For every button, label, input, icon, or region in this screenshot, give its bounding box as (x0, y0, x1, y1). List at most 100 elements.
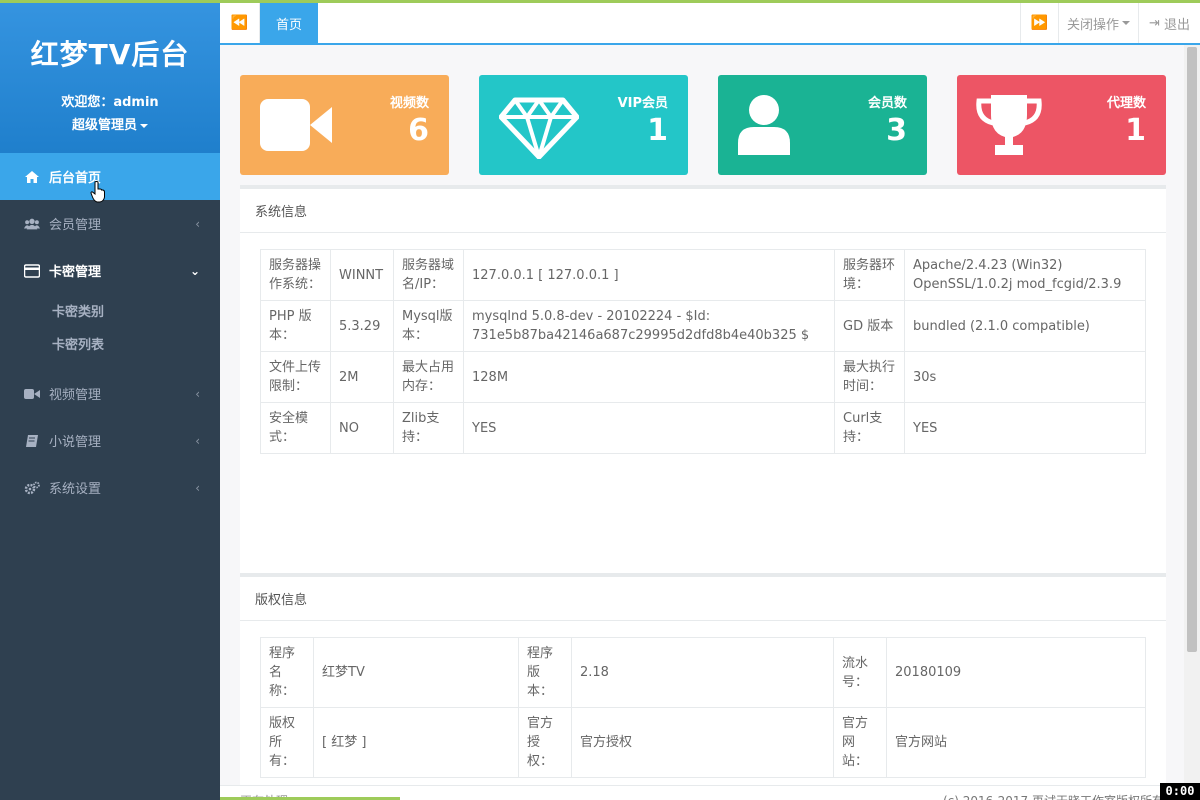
welcome-text: 欢迎您：admin (61, 95, 159, 110)
stat-value: 1 (1125, 113, 1146, 148)
info-value-cell: 官方网站 (886, 707, 1146, 778)
info-value-cell: Apache/2.4.23 (Win32) OpenSSL/1.0.2j mod… (904, 249, 1146, 301)
stat-label: VIP会员 (617, 96, 668, 111)
role-label: 超级管理员 (71, 118, 137, 133)
home-icon (25, 170, 39, 183)
stats-row: 视频数 6 VIP会员 1 会员数 3 代理数 1 (240, 75, 1166, 175)
info-value-cell: WINNT (330, 249, 394, 301)
info-value-cell: 官方授权 (571, 707, 834, 778)
system-info-panel: 系统信息 服务器操作系统： WINNT 服务器域名/IP： 127.0.0.1 [ 1… (240, 185, 1166, 575)
tabs-area (318, 3, 1020, 43)
sidebar-item-label: 卡密管理 (49, 265, 102, 280)
chevron-left-icon: ‹ (195, 433, 200, 448)
info-value-cell: YES (904, 402, 1146, 454)
info-label-cell: 服务器域名/IP： (393, 249, 464, 301)
stat-label: 会员数 (867, 96, 907, 111)
info-label-cell: 最大执行时间： (834, 351, 905, 403)
sidebar-item-novels[interactable]: 小说管理 ‹ (0, 417, 220, 464)
info-label-cell: 流水号： (833, 637, 887, 708)
chevron-down-icon: ⌄ (189, 263, 200, 278)
tab-home[interactable]: 首页 (260, 3, 318, 43)
caret-down-icon (1122, 21, 1130, 25)
sidebar-item-home[interactable]: 后台首页 (0, 153, 220, 200)
vertical-scrollbar[interactable] (1184, 45, 1200, 785)
stat-card-members: 会员数 3 (718, 75, 927, 175)
double-left-icon: ⏪ (230, 15, 249, 31)
info-label-cell: 版权所有： (260, 707, 314, 778)
stat-label: 视频数 (389, 96, 429, 111)
info-value-cell: mysqlnd 5.0.8-dev - 20102224 - $Id: 731e… (463, 300, 835, 352)
table-row: 文件上传限制： 2M 最大占用内存： 128M 最大执行时间： 30s (260, 351, 1146, 403)
info-value-cell: 5.3.29 (330, 300, 394, 352)
info-value-cell: 红梦TV (313, 637, 519, 708)
info-label-cell: 服务器环境： (834, 249, 905, 301)
video-camera-icon (260, 99, 332, 151)
system-info-table: 服务器操作系统： WINNT 服务器域名/IP： 127.0.0.1 [ 127.0.… (260, 249, 1146, 454)
sidebar-item-members[interactable]: 会员管理 ‹ (0, 200, 220, 247)
info-value-cell: 127.0.0.1 [ 127.0.0.1 ] (463, 249, 835, 301)
main-content: 视频数 6 VIP会员 1 会员数 3 代理数 1 系统信息 服务器操作系统： W… (220, 45, 1184, 785)
chevron-left-icon: ‹ (195, 216, 200, 231)
sidebar-item-cards[interactable]: 卡密管理 ⌄ (0, 247, 220, 294)
info-label-cell: Zlib支持： (393, 402, 464, 454)
role-dropdown[interactable]: 超级管理员 (0, 114, 220, 133)
stat-card-agents: 代理数 1 (957, 75, 1166, 175)
info-value-cell: NO (330, 402, 394, 454)
copyright-info-panel: 版权信息 程序名称： 红梦TV 程序版本： 2.18 流水号： 20180109 版权所有：… (240, 573, 1166, 785)
info-label-cell: Mysql版本： (393, 300, 464, 352)
credit-card-icon (24, 263, 40, 278)
sidebar-item-label: 会员管理 (49, 218, 102, 233)
info-label-cell: 服务器操作系统： (260, 249, 331, 301)
info-label-cell: Curl支持： (834, 402, 905, 454)
sidebar-item-settings[interactable]: 系统设置 ‹ (0, 464, 220, 511)
table-row: 服务器操作系统： WINNT 服务器域名/IP： 127.0.0.1 [ 127.0.… (260, 249, 1146, 301)
panel-title: 系统信息 (240, 189, 1166, 233)
stat-value: 1 (647, 113, 668, 148)
top-bar: ⏪ 首页 ⏩ 关闭操作 ⇥ 退出 (220, 0, 1200, 45)
info-value-cell: 2.18 (571, 637, 834, 708)
info-label-cell: 官方授权： (518, 707, 572, 778)
sidebar-header: 红梦TV后台 欢迎您：admin 超级管理员 (0, 3, 220, 153)
stat-label: 代理数 (1106, 96, 1146, 111)
scroll-tabs-right-button[interactable]: ⏩ (1020, 3, 1058, 43)
sidebar: 红梦TV后台 欢迎您：admin 超级管理员 后台首页 会员管理 ‹ 卡密管理 … (0, 0, 220, 800)
sign-out-icon: ⇥ (1149, 15, 1160, 31)
book-icon (26, 434, 38, 447)
sidebar-item-videos[interactable]: 视频管理 ‹ (0, 370, 220, 417)
sidebar-subitem-card-list[interactable]: 卡密列表 (0, 327, 220, 360)
close-operations-dropdown[interactable]: 关闭操作 (1058, 3, 1138, 43)
table-row: PHP 版本： 5.3.29 Mysql版本： mysqlnd 5.0.8-dev -… (260, 300, 1146, 352)
stat-value: 3 (886, 113, 907, 148)
info-label-cell: 文件上传限制： (260, 351, 331, 403)
cogs-icon (24, 481, 40, 494)
users-icon (24, 218, 40, 229)
info-value-cell: 20180109 (886, 637, 1146, 708)
info-label-cell: 程序名称： (260, 637, 314, 708)
scrollbar-thumb[interactable] (1187, 47, 1197, 652)
footer-copyright: (c) 2016-2017 再试天晓工作室版权所有 (943, 792, 1164, 800)
hand-cursor-icon (90, 181, 105, 203)
info-label-cell: PHP 版本： (260, 300, 331, 352)
sidebar-item-label: 系统设置 (49, 482, 102, 497)
copyright-info-table: 程序名称： 红梦TV 程序版本： 2.18 流水号： 20180109 版权所有：[ 红梦 … (260, 637, 1146, 778)
chevron-left-icon: ‹ (195, 386, 200, 401)
info-label-cell: 安全模式： (260, 402, 331, 454)
brand-title: 红梦TV后台 (30, 38, 190, 71)
table-row: 程序名称： 红梦TV 程序版本： 2.18 流水号： 20180109 (260, 637, 1146, 708)
logout-button[interactable]: ⇥ 退出 (1138, 3, 1200, 43)
info-value-cell: 128M (463, 351, 835, 403)
clock: 0:00 (1160, 783, 1200, 800)
caret-down-icon (140, 123, 148, 128)
info-value-cell: [ 红梦 ] (313, 707, 519, 778)
scroll-tabs-left-button[interactable]: ⏪ (220, 3, 260, 43)
close-operations-label: 关闭操作 (1066, 17, 1119, 33)
info-value-cell: 30s (904, 351, 1146, 403)
table-row: 安全模式： NO Zlib支持： YES Curl支持： YES (260, 402, 1146, 454)
sidebar-subitem-card-category[interactable]: 卡密类别 (0, 294, 220, 327)
stat-card-vip: VIP会员 1 (479, 75, 688, 175)
stat-card-videos: 视频数 6 (240, 75, 449, 175)
table-row: 版权所有：[ 红梦 ] 官方授权： 官方授权 官方网站： 官方网站 (260, 707, 1146, 778)
video-camera-icon (24, 388, 40, 399)
stat-value: 6 (408, 113, 429, 148)
